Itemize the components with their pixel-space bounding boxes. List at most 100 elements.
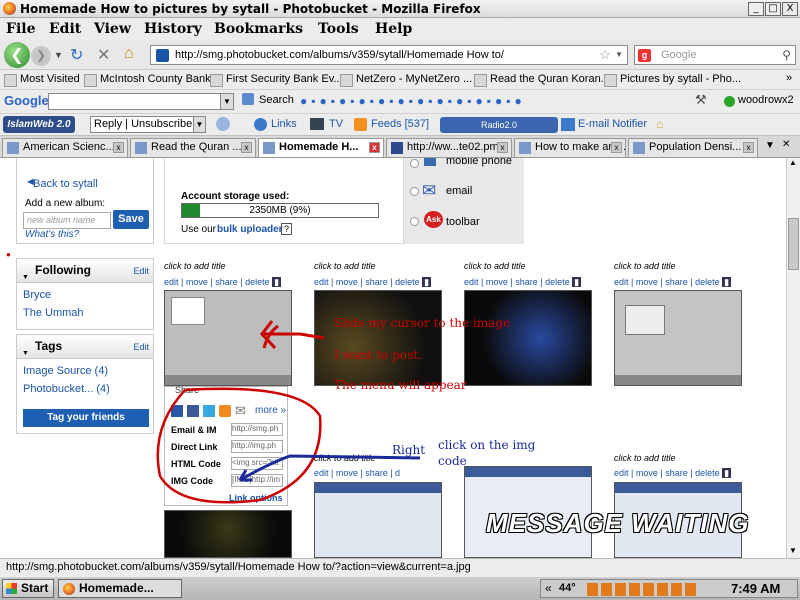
tab-close-icon[interactable]: x xyxy=(743,142,754,153)
stop-icon[interactable]: ✕ xyxy=(97,45,110,65)
url-dropdown-icon[interactable]: ▼ xyxy=(615,46,623,64)
forward-arrow-icon[interactable]: ❯ xyxy=(31,46,51,66)
tab-read-quran[interactable]: Read the Quran ... x xyxy=(130,138,256,157)
bookmark-pictures[interactable]: Pictures by sytall - Pho... xyxy=(604,73,741,87)
scroll-up-icon[interactable]: ▲ xyxy=(789,158,797,167)
bookmarks-overflow-icon[interactable]: » xyxy=(786,72,792,84)
menu-help[interactable]: Help xyxy=(375,21,412,37)
tab-american-science[interactable]: American Scienc... x xyxy=(2,138,128,157)
tab-te02[interactable]: http://ww...te02.pm x xyxy=(386,138,512,157)
google-engine-icon[interactable]: g xyxy=(638,49,651,62)
rss-icon xyxy=(354,118,367,131)
radio-player[interactable]: Radio2.0 xyxy=(440,117,558,133)
tab-close-icon[interactable]: x xyxy=(241,142,252,153)
taskbar: Start Homemade... « 44° 7:49 AM xyxy=(0,576,800,600)
globe-icon xyxy=(254,118,267,131)
tray-temperature[interactable]: 44° xyxy=(559,582,576,594)
tab-close-icon[interactable]: x xyxy=(497,142,508,153)
google-search-input[interactable]: ▼ xyxy=(48,93,234,110)
firefox-icon xyxy=(3,2,16,15)
maximize-button[interactable]: □ xyxy=(765,2,781,16)
menu-bookmarks[interactable]: Bookmarks xyxy=(214,21,303,37)
search-input[interactable]: g Google ⚲ xyxy=(634,45,796,65)
bookmark-netzero[interactable]: NetZero - MyNetZero ... xyxy=(340,73,472,87)
tab-how-to-make[interactable]: How to make ani... x xyxy=(514,138,626,157)
bookmark-quran[interactable]: Read the Quran Koran... xyxy=(474,73,610,87)
tab-strip: American Scienc... x Read the Quran ... x … xyxy=(0,136,800,158)
reload-icon[interactable]: ↻ xyxy=(70,45,83,65)
tab-favicon-icon xyxy=(633,142,645,154)
user-status-icon xyxy=(724,96,735,107)
tab-homemade[interactable]: Homemade H... x xyxy=(258,138,384,157)
tab-population[interactable]: Population Densi... x xyxy=(628,138,758,157)
home-icon[interactable]: ⌂ xyxy=(124,45,134,63)
windows-logo-icon xyxy=(6,583,17,594)
status-bar: http://smg.photobucket.com/albums/v359/s… xyxy=(0,558,800,576)
minimize-button[interactable]: _ xyxy=(748,2,764,16)
google-toolbar: Google ▼ Search ●▪●▪●▪●▪●▪●▪●▪●▪●▪●▪●▪● … xyxy=(0,90,800,114)
bookmark-most-visited[interactable]: Most Visited xyxy=(4,73,80,87)
tab-favicon-icon xyxy=(263,142,275,154)
annotation-line-2: I want to post. xyxy=(334,348,422,362)
bookmark-star-icon[interactable]: ☆ xyxy=(599,46,611,64)
home-settings-icon[interactable]: ⌂ xyxy=(656,117,663,131)
wrench-icon[interactable]: ⚒ xyxy=(695,92,707,108)
islam-widget-icon[interactable] xyxy=(216,117,230,131)
url-text: http://smg.photobucket.com/albums/v359/s… xyxy=(175,49,504,61)
menu-edit[interactable]: Edit xyxy=(49,21,81,37)
taskbar-firefox-window[interactable]: Homemade... xyxy=(58,579,182,598)
menu-file[interactable]: File xyxy=(6,21,35,37)
tray-icons[interactable] xyxy=(587,583,697,596)
islamweb-logo[interactable]: IslamWeb 2.0 xyxy=(3,116,75,133)
blue-arrow-stroke xyxy=(239,454,421,482)
menu-view[interactable]: View xyxy=(94,21,131,37)
tab-favicon-icon xyxy=(135,142,147,154)
tab-close-icon[interactable]: x xyxy=(369,142,380,153)
vertical-scrollbar[interactable]: ▲ ▼ xyxy=(786,158,800,558)
feeds-menu[interactable]: Feeds [537] xyxy=(371,118,429,130)
menu-tools[interactable]: Tools xyxy=(318,21,359,37)
system-tray: « 44° 7:49 AM xyxy=(540,579,798,598)
tv-menu[interactable]: TV xyxy=(329,118,343,130)
tab-close-icon[interactable]: x xyxy=(113,142,124,153)
tab-close-icon[interactable]: x xyxy=(611,142,622,153)
links-menu[interactable]: Links xyxy=(271,118,297,130)
search-icon[interactable]: ⚲ xyxy=(782,46,791,64)
history-dropdown-icon[interactable]: ▼ xyxy=(54,50,63,60)
annotation-right: Right xyxy=(392,443,426,457)
tray-expand-icon[interactable]: « xyxy=(545,581,552,595)
scroll-down-icon[interactable]: ▼ xyxy=(789,546,797,555)
bookmark-first-security[interactable]: First Security Bank Ev... xyxy=(210,73,343,87)
annotation-click-2: code xyxy=(438,454,467,468)
google-dropdown-icon[interactable]: ▼ xyxy=(220,94,233,109)
bookmarks-toolbar: Most Visited McIntosh County Bank First … xyxy=(0,70,800,90)
annotation-line-3: The menu will appear xyxy=(334,378,467,392)
close-button[interactable]: X xyxy=(782,2,798,16)
google-search-icon[interactable] xyxy=(242,93,254,105)
email-notifier-menu[interactable]: E-mail Notifier xyxy=(578,118,647,130)
tab-close-current-icon[interactable]: ✕ xyxy=(782,139,790,150)
tab-list-icon[interactable]: ▼ xyxy=(765,140,775,151)
message-waiting-overlay: MESSAGE WAITING xyxy=(486,508,750,538)
page-content: ◄ Back to sytall Add a new album: new al… xyxy=(0,158,786,558)
annotation-line-1: Slide my cursor to the image xyxy=(334,316,511,330)
google-user[interactable]: woodrowx2 xyxy=(738,94,794,106)
red-arrow-stroke xyxy=(262,332,325,340)
start-button[interactable]: Start xyxy=(2,579,54,598)
tab-favicon-icon xyxy=(7,142,19,154)
back-arrow-icon[interactable]: ❮ xyxy=(4,42,30,68)
scroll-thumb[interactable] xyxy=(788,218,799,270)
url-bar[interactable]: http://smg.photobucket.com/albums/v359/s… xyxy=(150,45,628,65)
tray-clock: 7:49 AM xyxy=(731,581,781,596)
bookmark-mcintosh[interactable]: McIntosh County Bank xyxy=(84,73,211,87)
google-search-button[interactable]: Search xyxy=(259,94,294,106)
menu-history[interactable]: History xyxy=(144,21,202,37)
tab-favicon-icon xyxy=(391,142,403,154)
islamweb-toolbar: IslamWeb 2.0 Reply | Unsubscribe ▼ Links… xyxy=(0,114,800,136)
reply-dropdown-icon[interactable]: ▼ xyxy=(193,117,205,132)
reply-select[interactable]: Reply | Unsubscribe ▼ xyxy=(90,116,206,133)
google-toolbar-icons[interactable]: ●▪●▪●▪●▪●▪●▪●▪●▪●▪●▪●▪● xyxy=(300,94,680,110)
tv-icon xyxy=(310,118,324,130)
tab-favicon-icon xyxy=(519,142,531,154)
firefox-taskbar-icon xyxy=(63,583,75,595)
